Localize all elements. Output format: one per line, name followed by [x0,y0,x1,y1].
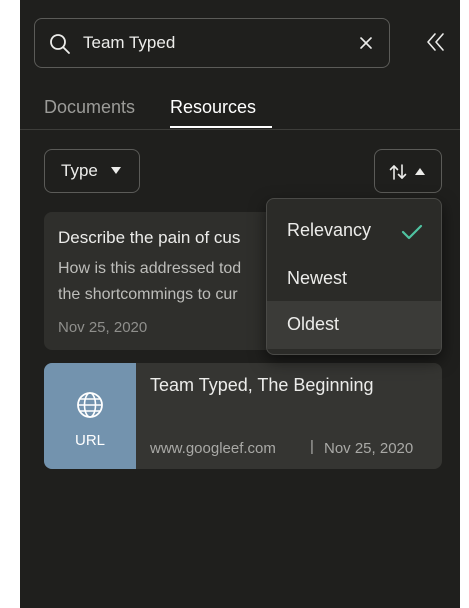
card-description-line: How is this addressed tod [58,260,242,277]
menu-item-oldest[interactable]: Oldest [267,301,441,349]
active-tab-indicator [170,126,272,128]
card-url[interactable]: www.googleef.com [150,440,276,457]
check-icon [401,224,423,240]
url-thumbnail: URL [44,363,136,469]
tabs-divider [20,129,460,130]
type-filter-button[interactable]: Type [44,149,140,193]
resources-panel: Documents Resources Type Describe the pa… [20,0,460,608]
card-date: Nov 25, 2020 [324,440,414,457]
close-icon[interactable] [357,34,375,52]
sort-button[interactable] [374,149,442,193]
card-type-label: URL [74,432,105,449]
card-title: Team Typed, The Beginning [150,375,374,395]
type-filter-label: Type [61,161,98,180]
search-box[interactable] [34,18,390,68]
card-date: Nov 25, 2020 [58,319,148,336]
globe-icon [77,392,103,418]
meta-separator: | [310,438,314,455]
sort-arrows-icon [389,164,407,180]
tab-resources[interactable]: Resources [170,95,256,119]
tab-documents[interactable]: Documents [44,95,135,119]
menu-item-label: Relevancy [287,220,372,240]
card-description-line: the shortcommings to cur [58,286,238,303]
resource-card[interactable]: URL Team Typed, The Beginning www.google… [44,363,442,469]
card-title: Describe the pain of cus [58,228,241,247]
menu-item-label: Oldest [287,314,340,334]
search-icon [50,34,70,54]
menu-item-newest[interactable]: Newest [267,255,441,303]
caret-up-icon [415,168,425,175]
sort-dropdown-menu: Relevancy Newest Oldest [266,198,442,355]
caret-down-icon [111,167,121,174]
menu-item-label: Newest [287,268,348,288]
search-input[interactable] [83,31,343,55]
menu-item-relevancy[interactable]: Relevancy [267,207,441,255]
double-chevron-left-icon[interactable] [424,30,448,54]
